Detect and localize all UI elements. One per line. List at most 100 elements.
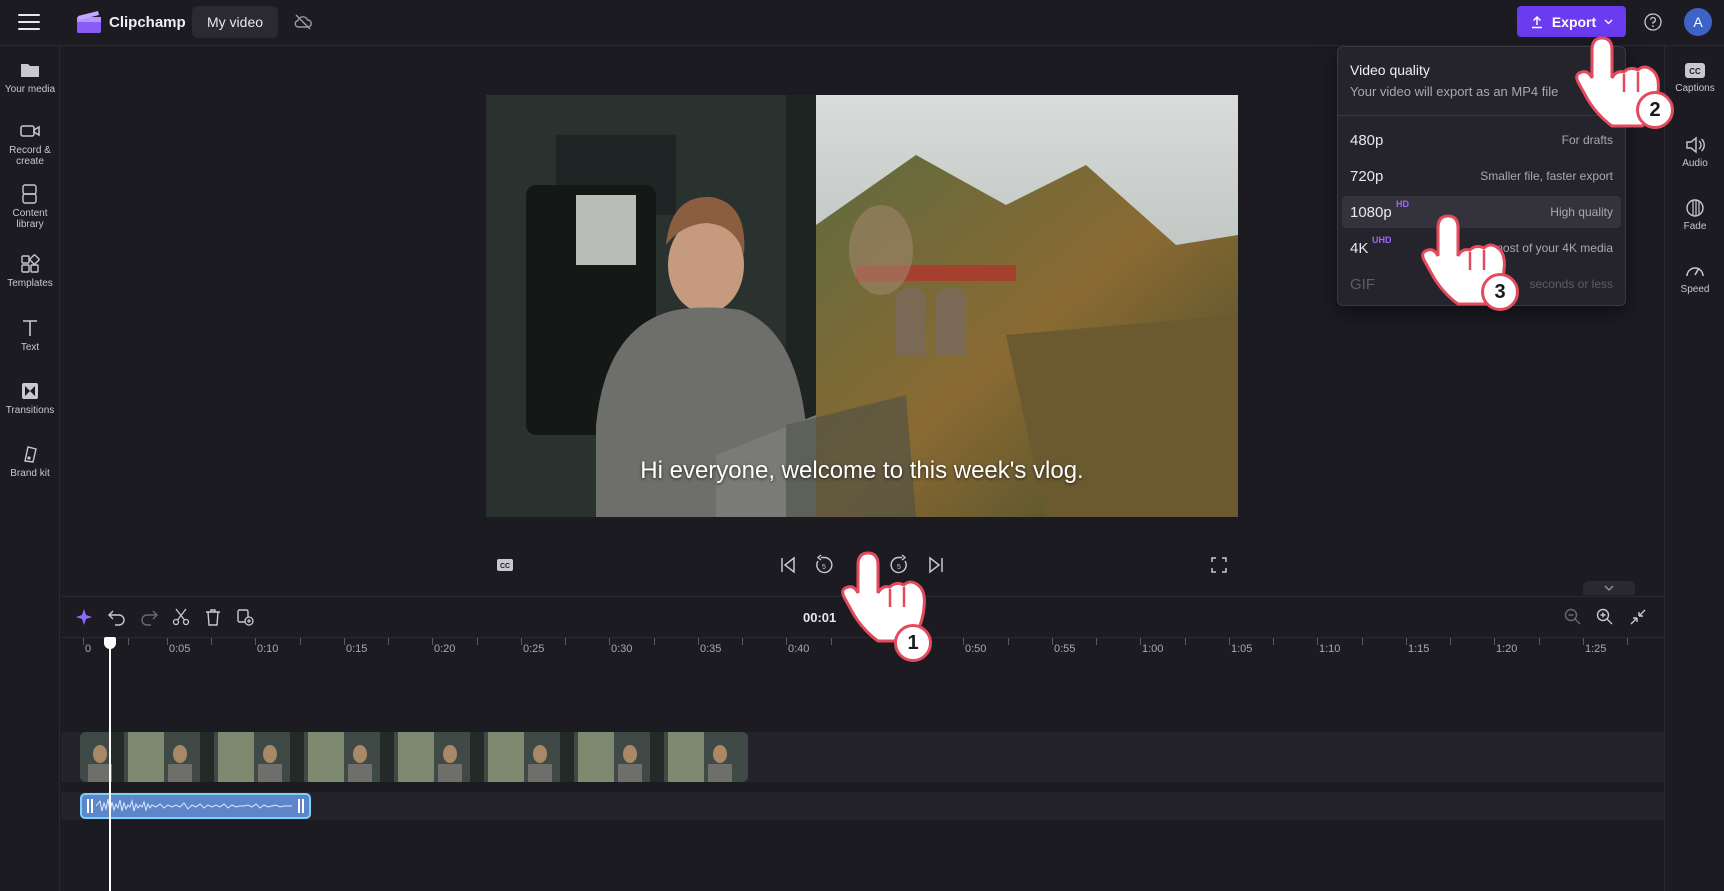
sidebar-item-speed[interactable]: Speed xyxy=(1665,261,1724,295)
audio-waveform xyxy=(87,798,304,813)
video-preview[interactable]: Hi everyone, welcome to this week's vlog… xyxy=(486,95,1238,517)
sidebar-label: Audio xyxy=(1682,158,1708,169)
cloud-off-icon[interactable] xyxy=(293,12,313,32)
sidebar-item-fade[interactable]: Fade xyxy=(1665,198,1724,232)
sidebar-item-text[interactable]: Text xyxy=(0,318,60,353)
chevron-down-icon xyxy=(1604,19,1613,25)
option-description: High quality xyxy=(1550,205,1613,219)
export-label: Export xyxy=(1551,13,1597,30)
sidebar-item-captions[interactable]: CC Captions xyxy=(1665,62,1724,94)
transitions-icon xyxy=(22,383,38,399)
sidebar-item-content-library[interactable]: Content library xyxy=(0,184,60,230)
step-badge-3: 3 xyxy=(1481,273,1519,311)
redo-icon[interactable] xyxy=(139,607,159,627)
avatar[interactable]: A xyxy=(1684,8,1712,36)
ruler-label: 0:25 xyxy=(523,643,545,655)
option-description: Smaller file, faster export xyxy=(1480,169,1613,183)
text-icon xyxy=(23,320,37,336)
ruler-label: 0:50 xyxy=(965,643,987,655)
step-badge-2: 2 xyxy=(1636,91,1674,129)
clipchamp-logo-icon xyxy=(77,11,101,33)
project-title[interactable]: My video xyxy=(192,6,279,38)
uhd-badge: UHD xyxy=(1372,235,1392,245)
sidebar-item-audio[interactable]: Audio xyxy=(1665,135,1724,169)
menu-title: Video quality xyxy=(1350,62,1430,78)
timecode-current: 00:01 xyxy=(803,610,837,625)
help-icon[interactable] xyxy=(1643,12,1663,32)
ruler-label: 0:15 xyxy=(346,643,368,655)
scissors-icon[interactable] xyxy=(171,607,191,627)
ruler-label: 1:25 xyxy=(1585,643,1607,655)
playhead[interactable] xyxy=(109,640,111,891)
templates-icon xyxy=(21,254,40,273)
sidebar-label: Text xyxy=(20,342,40,353)
ruler-label: 1:00 xyxy=(1142,643,1164,655)
svg-text:5: 5 xyxy=(822,564,826,571)
sidebar-item-brand-kit[interactable]: Brand kit xyxy=(0,444,60,479)
rewind-5-icon[interactable]: 5 xyxy=(812,553,836,577)
sidebar-item-record-create[interactable]: Record & create xyxy=(0,121,60,167)
brand-name: Clipchamp xyxy=(109,14,186,31)
export-option-720p[interactable]: 720p Smaller file, faster export xyxy=(1342,160,1621,192)
sidebar-label: Content library xyxy=(12,208,48,230)
delete-icon[interactable] xyxy=(203,607,223,627)
audio-clip[interactable] xyxy=(80,793,311,819)
menu-subtitle: Your video will export as an MP4 file xyxy=(1350,84,1559,99)
ruler-label: 0:40 xyxy=(788,643,810,655)
sidebar-item-transitions[interactable]: Transitions xyxy=(0,381,60,416)
ruler-label: 1:15 xyxy=(1408,643,1430,655)
sidebar-label: Your media xyxy=(4,84,56,95)
ruler-label: 0:05 xyxy=(169,643,191,655)
zoom-out-icon[interactable] xyxy=(1563,607,1583,627)
ruler-label: 0:35 xyxy=(700,643,722,655)
left-sidebar: Your media Record & create Content libra… xyxy=(0,46,60,891)
zoom-in-icon[interactable] xyxy=(1595,607,1615,627)
ruler-label: 0 xyxy=(85,643,92,655)
option-label: 1080p xyxy=(1350,204,1392,221)
sidebar-item-your-media[interactable]: Your media xyxy=(0,60,60,95)
fit-timeline-icon[interactable] xyxy=(1628,607,1648,627)
sidebar-label: Brand kit xyxy=(10,468,50,479)
svg-text:CC: CC xyxy=(500,563,510,570)
subtitle-caption: Hi everyone, welcome to this week's vlog… xyxy=(640,457,1084,484)
speed-icon xyxy=(1686,267,1704,277)
duplicate-icon[interactable] xyxy=(235,607,255,627)
collapse-preview-button[interactable] xyxy=(1583,581,1635,595)
video-frame-image xyxy=(486,95,1238,517)
captions-toggle-icon[interactable]: CC xyxy=(493,553,517,577)
chevron-down-icon xyxy=(1604,585,1614,591)
right-sidebar: CC Captions Audio Fade Speed xyxy=(1664,46,1724,891)
video-clip[interactable] xyxy=(80,732,748,782)
ruler-label: 0:20 xyxy=(434,643,456,655)
option-label: GIF xyxy=(1350,276,1375,293)
hd-badge: HD xyxy=(1396,199,1409,209)
sidebar-label: Fade xyxy=(1683,221,1707,232)
ruler-label: 1:10 xyxy=(1319,643,1341,655)
option-description: most of your 4K media xyxy=(1492,241,1613,255)
fade-icon xyxy=(1686,199,1704,217)
ruler-label: 1:20 xyxy=(1496,643,1518,655)
clipchamp-editor: Clipchamp My video Export A Your media R… xyxy=(0,0,1724,891)
upload-icon xyxy=(1531,15,1542,28)
captions-icon: CC xyxy=(1685,63,1705,78)
option-label: 720p xyxy=(1350,168,1384,185)
ruler-label: 0:10 xyxy=(257,643,279,655)
ruler-label: 0:30 xyxy=(611,643,633,655)
sidebar-item-templates[interactable]: Templates xyxy=(0,254,60,289)
sidebar-label: Templates xyxy=(7,278,53,289)
sidebar-label: Transitions xyxy=(5,405,55,416)
ai-sparkle-icon[interactable] xyxy=(75,607,95,627)
fullscreen-icon[interactable] xyxy=(1207,553,1231,577)
video-camera-icon xyxy=(20,125,40,137)
option-label: 480p xyxy=(1350,132,1384,149)
skip-to-start-icon[interactable] xyxy=(776,553,800,577)
ruler-label: 1:05 xyxy=(1231,643,1253,655)
hamburger-menu-icon[interactable] xyxy=(18,14,40,32)
top-bar: Clipchamp My video Export A xyxy=(0,0,1724,46)
option-description: seconds or less xyxy=(1529,277,1613,291)
undo-icon[interactable] xyxy=(107,607,127,627)
content-library-icon xyxy=(22,184,37,204)
sidebar-label: Speed xyxy=(1680,284,1710,295)
speaker-icon xyxy=(1686,136,1705,154)
brand-kit-icon xyxy=(24,446,37,463)
